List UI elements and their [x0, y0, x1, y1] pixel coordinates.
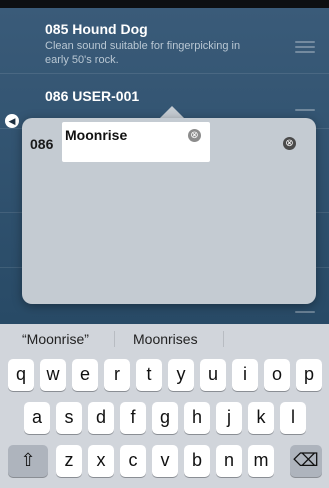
keyboard: “Moonrise” Moonrises q w e r t y u i o p…: [0, 324, 329, 488]
key-z[interactable]: z: [56, 445, 82, 477]
key-k[interactable]: k: [248, 402, 274, 434]
key-p[interactable]: p: [296, 359, 322, 391]
key-x[interactable]: x: [88, 445, 114, 477]
status-bar: [0, 0, 329, 8]
key-t[interactable]: t: [136, 359, 162, 391]
key-q[interactable]: q: [8, 359, 34, 391]
preset-number: 086: [30, 136, 54, 152]
key-j[interactable]: j: [216, 402, 242, 434]
preset-name-text: Moonrise: [65, 127, 128, 143]
key-c[interactable]: c: [120, 445, 146, 477]
suggestion-divider: [223, 331, 224, 347]
key-w[interactable]: w: [40, 359, 66, 391]
key-i[interactable]: i: [232, 359, 258, 391]
drag-handle-icon[interactable]: [295, 106, 315, 114]
key-m[interactable]: m: [248, 445, 274, 477]
suggestion-1[interactable]: “Moonrise”: [22, 324, 89, 354]
list-item[interactable]: 085 Hound Dog Clean sound suitable for f…: [0, 8, 329, 74]
preset-description-line2: early 50's rock.: [45, 54, 119, 66]
key-y[interactable]: y: [168, 359, 194, 391]
clear-field-icon[interactable]: ⊗: [188, 129, 201, 142]
key-s[interactable]: s: [56, 402, 82, 434]
suggestion-divider: [114, 331, 115, 347]
speaker-icon: ◀: [5, 114, 19, 128]
drag-handle-icon[interactable]: [295, 38, 315, 56]
close-popover-icon[interactable]: ⊗: [283, 137, 296, 150]
key-o[interactable]: o: [264, 359, 290, 391]
popover-arrow: [160, 106, 184, 118]
key-e[interactable]: e: [72, 359, 98, 391]
key-b[interactable]: b: [184, 445, 210, 477]
suggestion-2[interactable]: Moonrises: [133, 324, 198, 354]
delete-key[interactable]: ⌫: [290, 445, 322, 477]
key-v[interactable]: v: [152, 445, 178, 477]
key-g[interactable]: g: [152, 402, 178, 434]
key-l[interactable]: l: [280, 402, 306, 434]
key-u[interactable]: u: [200, 359, 226, 391]
key-h[interactable]: h: [184, 402, 210, 434]
key-f[interactable]: f: [120, 402, 146, 434]
suggestion-bar: “Moonrise” Moonrises: [0, 324, 329, 354]
preset-title: 085 Hound Dog: [45, 21, 148, 37]
preset-description-line1: Clean sound suitable for fingerpicking i…: [45, 40, 241, 52]
key-r[interactable]: r: [104, 359, 130, 391]
drag-handle-icon[interactable]: [295, 308, 315, 316]
key-d[interactable]: d: [88, 402, 114, 434]
key-a[interactable]: a: [24, 402, 50, 434]
key-n[interactable]: n: [216, 445, 242, 477]
rename-popover: 086 Moonrise ⊗ ⊗: [22, 118, 316, 304]
shift-key[interactable]: ⇧: [8, 445, 48, 477]
preset-title: 086 USER-001: [45, 88, 140, 104]
